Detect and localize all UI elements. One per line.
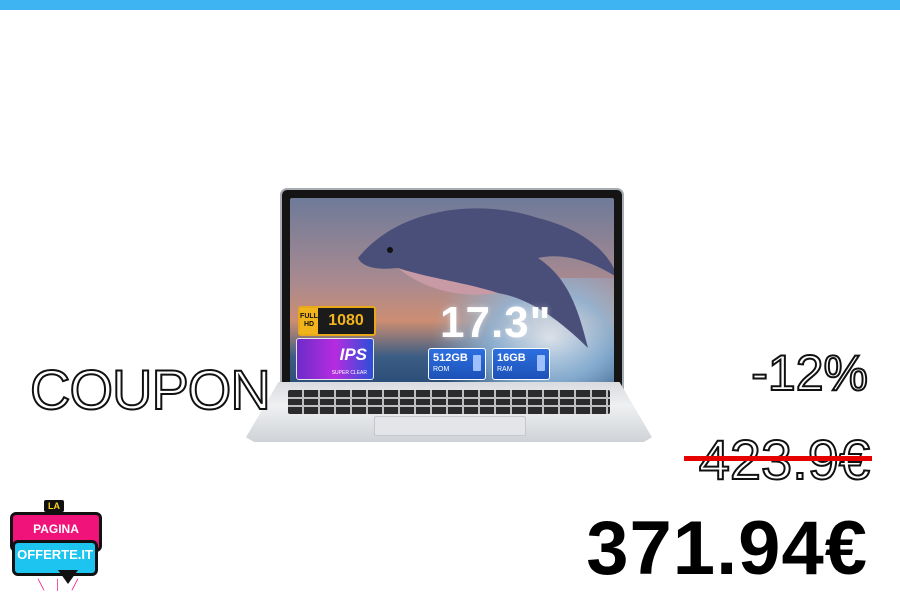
top-accent-bar [0,0,900,10]
memory-badge: 16GB RAM [492,348,550,380]
logo-sparks-icon: ╲ │ ╱ [38,580,82,591]
storage-badge: 512GB ROM [428,348,486,380]
screen-size-label: 17.3" [440,298,552,347]
laptop-product-image: 17.3" FULL HD 1080 IPS SUPER CLEAR 512GB… [246,150,652,442]
ips-sub-label: SUPER CLEAR [331,370,367,376]
fullhd-label: FULL HD [300,308,318,334]
memory-value: 16GB [497,352,526,364]
laptop-touchpad [374,416,526,436]
coupon-label: COUPON [29,357,272,422]
ips-badge: IPS SUPER CLEAR [296,338,374,380]
storage-value: 512GB [433,352,468,364]
site-logo[interactable]: LA PAGINA DELLE OFFERTE.IT ╲ │ ╱ [8,500,102,594]
fullhd-badge: FULL HD 1080 [298,306,376,336]
laptop-keyboard [288,390,610,414]
logo-line2: OFFERTE.IT [12,540,98,576]
ram-icon [537,355,545,371]
discount-label: -12% [750,344,869,402]
ips-label: IPS [339,345,367,364]
logo-top-text: LA [44,500,64,512]
old-price-strikethrough [684,456,872,461]
memory-label: RAM [497,366,513,373]
ssd-icon [473,355,481,371]
storage-label: ROM [433,366,450,373]
new-price: 371.94€ [586,506,868,591]
resolution-label: 1080 [328,312,364,329]
